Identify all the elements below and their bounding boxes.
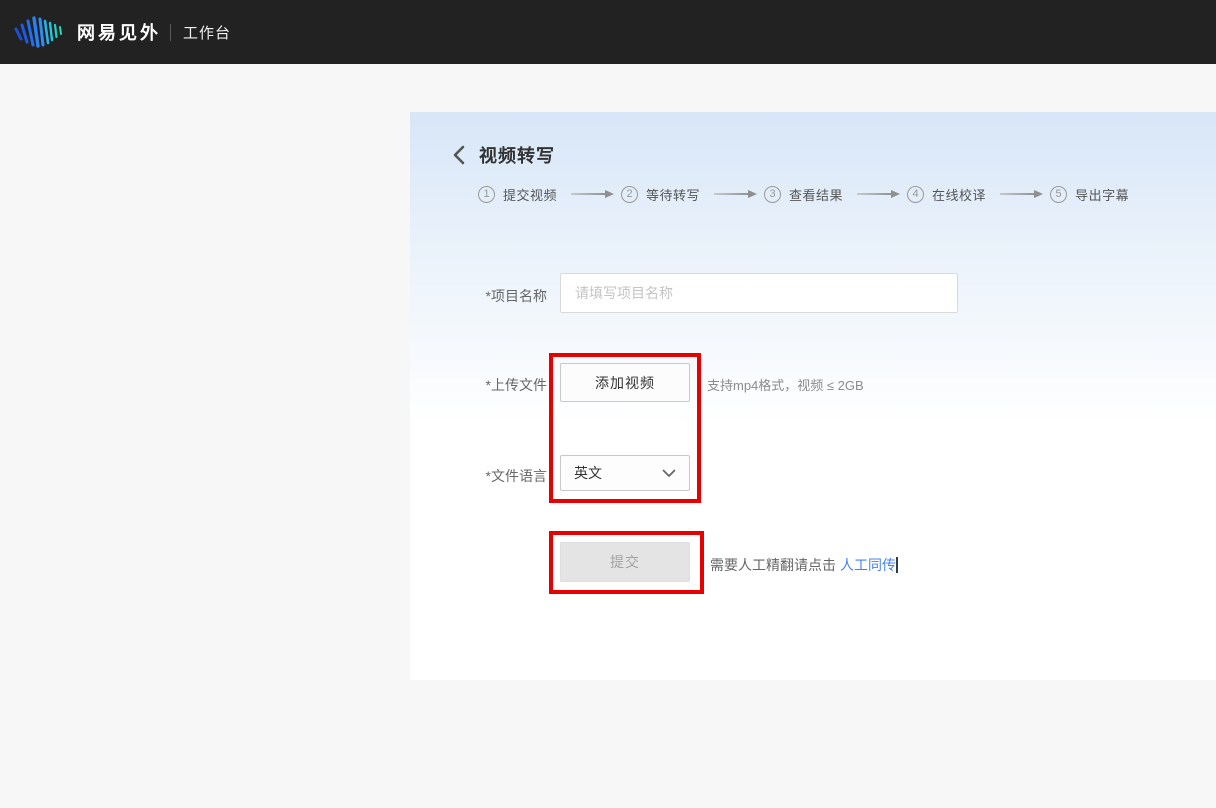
brand-name: 网易见外 bbox=[77, 19, 161, 45]
back-icon[interactable] bbox=[452, 145, 465, 165]
page-title: 视频转写 bbox=[479, 142, 555, 168]
step-label: 提交视频 bbox=[503, 185, 557, 204]
brand-logo-icon bbox=[13, 14, 65, 50]
step-number: 5 bbox=[1050, 186, 1067, 203]
title-row: 视频转写 bbox=[452, 142, 555, 168]
step-item: 2 等待转写 bbox=[621, 185, 700, 204]
upload-file-label: *上传文件 bbox=[410, 375, 547, 395]
add-video-button[interactable]: 添加视频 bbox=[560, 363, 690, 402]
step-item: 1 提交视频 bbox=[478, 185, 557, 204]
step-label: 导出字幕 bbox=[1075, 185, 1129, 204]
top-bar: 网易见外 工作台 bbox=[0, 0, 1216, 64]
workspace-label[interactable]: 工作台 bbox=[183, 22, 231, 43]
step-progress: 1 提交视频 2 等待转写 3 查看结果 4 在线校译 5 导出字幕 bbox=[478, 184, 1129, 204]
step-label: 等待转写 bbox=[646, 185, 700, 204]
step-item: 3 查看结果 bbox=[764, 185, 843, 204]
arrow-right-icon bbox=[571, 193, 607, 195]
video-transcribe-panel: 视频转写 1 提交视频 2 等待转写 3 查看结果 4 在线校译 5 导出字幕 *项目名称 *上传… bbox=[410, 112, 1216, 680]
step-label: 在线校译 bbox=[932, 185, 986, 204]
step-label: 查看结果 bbox=[789, 185, 843, 204]
manual-translate-link[interactable]: 人工同传 bbox=[840, 557, 896, 573]
step-item: 5 导出字幕 bbox=[1050, 185, 1129, 204]
arrow-right-icon bbox=[857, 193, 893, 195]
arrow-right-icon bbox=[1000, 193, 1036, 195]
file-language-label: *文件语言 bbox=[410, 466, 547, 486]
upload-hint: 支持mp4格式，视频 ≤ 2GB bbox=[707, 375, 864, 394]
project-name-input[interactable] bbox=[560, 273, 958, 313]
arrow-right-icon bbox=[714, 193, 750, 195]
step-number: 2 bbox=[621, 186, 638, 203]
language-select[interactable]: 英文 bbox=[560, 455, 690, 491]
text-cursor bbox=[896, 557, 898, 573]
submit-button[interactable]: 提交 bbox=[560, 542, 690, 582]
manual-translate-note: 需要人工精翻请点击人工同传 bbox=[710, 555, 898, 575]
chevron-down-icon bbox=[662, 469, 676, 478]
manual-note-text: 需要人工精翻请点击 bbox=[710, 557, 836, 573]
step-number: 1 bbox=[478, 186, 495, 203]
step-item: 4 在线校译 bbox=[907, 185, 986, 204]
step-number: 4 bbox=[907, 186, 924, 203]
language-selected-value: 英文 bbox=[574, 463, 602, 483]
project-name-label: *项目名称 bbox=[410, 286, 547, 306]
header-divider bbox=[170, 24, 171, 41]
step-number: 3 bbox=[764, 186, 781, 203]
app-screen: 网易见外 工作台 视频转写 1 提交视频 2 等待转写 3 查看结果 4 在线校译 5 导出字幕 … bbox=[0, 0, 1216, 808]
